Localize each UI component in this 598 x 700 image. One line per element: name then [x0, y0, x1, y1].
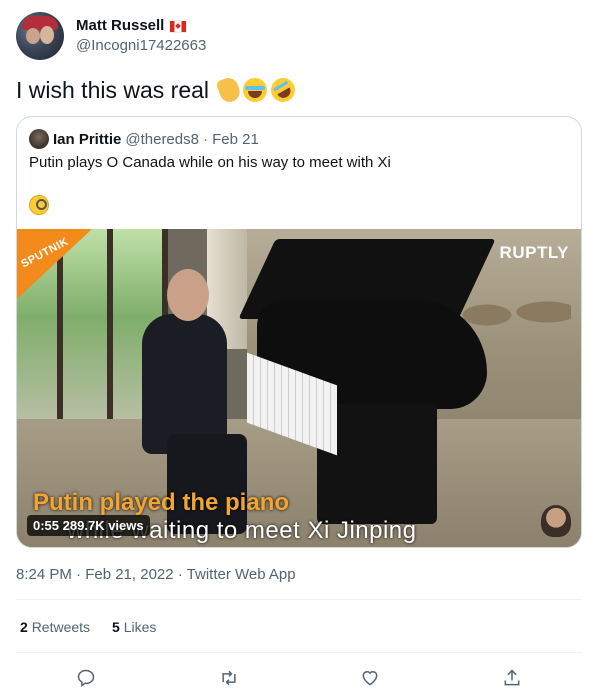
retweets-count: 2	[20, 619, 28, 635]
tweet-emojis	[215, 73, 300, 107]
tweet-header: Matt Russell @Incogni17422663	[16, 12, 206, 60]
tweet-actions	[0, 660, 598, 696]
backhand-index-pointing-down-icon	[215, 75, 243, 105]
reply-icon	[77, 669, 95, 687]
author-names: Matt Russell @Incogni17422663	[76, 16, 206, 56]
retweet-icon	[222, 670, 236, 686]
divider	[16, 652, 582, 653]
author-avatar[interactable]	[16, 12, 64, 60]
quoted-tweet[interactable]: Ian Prittie @thereds8 · Feb 21 Putin pla…	[16, 116, 582, 548]
ruptly-logo: RUPTLY	[499, 243, 569, 262]
like-button[interactable]	[356, 664, 384, 692]
face-with-monocle-icon	[29, 195, 49, 215]
video-views: 289.7K views	[62, 518, 144, 533]
tweet-timestamp[interactable]: 8:24 PM · Feb 21, 2022 · Twitter Web App	[16, 566, 296, 583]
retweet-button[interactable]	[215, 664, 243, 692]
video-pianist-head	[167, 269, 209, 321]
reply-button[interactable]	[72, 664, 100, 692]
quoted-tweet-text: Putin plays O Canada while on his way to…	[29, 154, 391, 171]
heart-icon	[362, 671, 378, 686]
share-icon	[504, 669, 520, 686]
quoted-date[interactable]: · Feb 21	[203, 131, 259, 148]
face-with-tears-of-joy-icon	[243, 78, 268, 102]
likes-stat[interactable]: 5 Likes	[112, 619, 156, 635]
video-duration-views-badge: 0:55 289.7K views	[27, 515, 150, 536]
quoted-author-name[interactable]: Ian Prittie	[53, 131, 121, 148]
video-duration: 0:55	[33, 518, 60, 533]
tweet-text: I wish this was real	[16, 77, 210, 103]
quoted-tweet-header: Ian Prittie @thereds8 · Feb 21	[29, 129, 259, 149]
tweet-body: I wish this was real	[16, 73, 300, 107]
retweets-label: Retweets	[31, 619, 91, 635]
tweet-stats: 2 Retweets 5 Likes	[20, 619, 156, 635]
retweets-stat[interactable]: 2 Retweets	[20, 619, 90, 635]
likes-label: Likes	[123, 619, 157, 635]
canada-flag-icon	[169, 19, 188, 33]
video-pianist-body	[142, 314, 227, 454]
author-display-name[interactable]: Matt Russell	[76, 16, 206, 36]
share-button[interactable]	[498, 664, 526, 692]
rolling-on-floor-laughing-icon	[266, 73, 300, 107]
quoted-author-handle[interactable]: @thereds8	[125, 131, 199, 148]
video-caption-line1: Putin played the piano	[33, 489, 290, 516]
divider	[16, 599, 582, 600]
author-name-text[interactable]: Matt Russell	[76, 16, 164, 36]
video-corner-thumbnail	[541, 505, 571, 537]
likes-count: 5	[112, 619, 120, 635]
avatar-face-left	[26, 28, 40, 44]
video-player[interactable]: SPUTNIK RUPTLY Putin played the piano wh…	[17, 229, 581, 547]
avatar-face-right	[40, 26, 54, 44]
avatar-helmet	[22, 16, 58, 30]
quoted-author-avatar[interactable]	[29, 129, 49, 149]
author-handle[interactable]: @Incogni17422663	[76, 36, 206, 56]
